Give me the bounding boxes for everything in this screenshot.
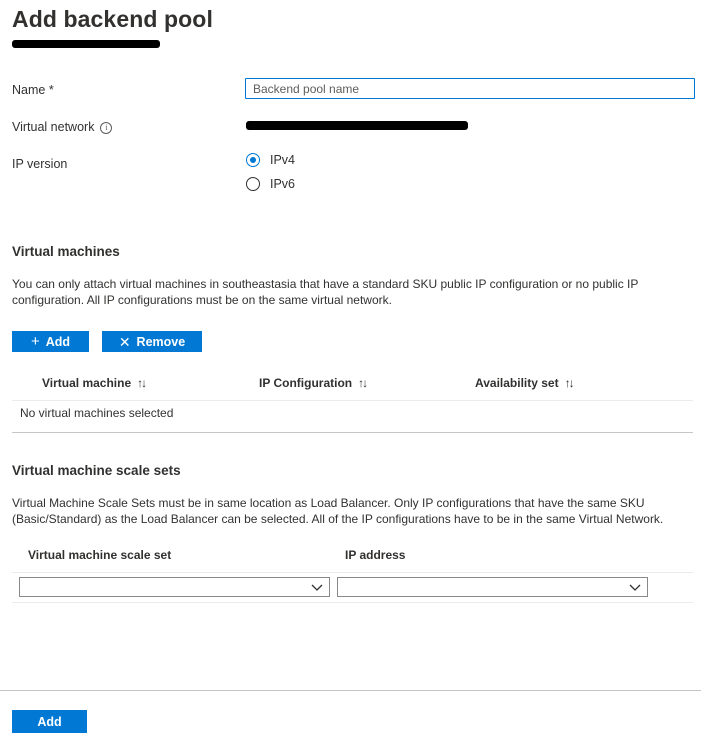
redacted-virtual-network-value bbox=[246, 121, 468, 130]
virtual-machines-description: You can only attach virtual machines in … bbox=[12, 277, 639, 307]
virtual-machines-title: Virtual machines bbox=[12, 244, 120, 259]
column-vmss: Virtual machine scale set bbox=[28, 548, 172, 562]
ipv4-label: IPv4 bbox=[270, 153, 296, 167]
ipv4-radio[interactable]: IPv4 bbox=[246, 153, 295, 167]
virtual-network-label-row: Virtual network i bbox=[12, 120, 113, 134]
name-label: Name * bbox=[12, 83, 54, 97]
empty-vm-message: No virtual machines selected bbox=[20, 406, 174, 420]
remove-vm-button[interactable]: ✕ Remove bbox=[102, 331, 202, 352]
ipv6-radio[interactable]: IPv6 bbox=[246, 177, 295, 191]
plus-icon: + bbox=[30, 333, 40, 350]
ip-version-label: IP version bbox=[12, 157, 68, 171]
backend-pool-name-input[interactable] bbox=[245, 78, 695, 99]
redacted-subtitle bbox=[12, 40, 160, 48]
sort-icon[interactable]: ↑↓ bbox=[137, 376, 147, 390]
column-ip-configuration[interactable]: IP Configuration ↑↓ bbox=[259, 376, 368, 390]
vmss-row-divider bbox=[12, 602, 693, 603]
vm-table-bottom-divider bbox=[12, 432, 693, 433]
add-vm-label: Add bbox=[45, 334, 71, 349]
sort-icon[interactable]: ↑↓ bbox=[358, 376, 368, 390]
ipv6-label: IPv6 bbox=[270, 177, 296, 191]
column-ip-address: IP address bbox=[345, 548, 406, 562]
vmss-description: Virtual Machine Scale Sets must be in sa… bbox=[12, 496, 664, 526]
close-icon: ✕ bbox=[118, 333, 131, 350]
info-icon[interactable]: i bbox=[100, 121, 113, 134]
vmss-title: Virtual machine scale sets bbox=[12, 463, 181, 478]
virtual-network-label: Virtual network bbox=[12, 120, 95, 134]
page-title: Add backend pool bbox=[12, 6, 213, 32]
add-vm-button[interactable]: + Add bbox=[12, 331, 89, 352]
sort-icon[interactable]: ↑↓ bbox=[565, 376, 575, 390]
column-availability-set[interactable]: Availability set ↑↓ bbox=[475, 376, 575, 390]
vmss-dropdown[interactable] bbox=[19, 577, 330, 597]
chevron-down-icon bbox=[629, 584, 641, 591]
column-virtual-machine[interactable]: Virtual machine ↑↓ bbox=[42, 376, 147, 390]
remove-vm-label: Remove bbox=[136, 334, 186, 349]
vmss-header-divider bbox=[12, 572, 693, 573]
footer-add-button[interactable]: Add bbox=[12, 710, 87, 733]
table-header-divider bbox=[12, 400, 693, 401]
chevron-down-icon bbox=[311, 584, 323, 591]
radio-selected-icon[interactable] bbox=[246, 153, 260, 167]
footer-add-label: Add bbox=[37, 714, 62, 729]
footer-divider bbox=[0, 690, 701, 691]
radio-unselected-icon[interactable] bbox=[246, 177, 260, 191]
ip-address-dropdown[interactable] bbox=[337, 577, 648, 597]
